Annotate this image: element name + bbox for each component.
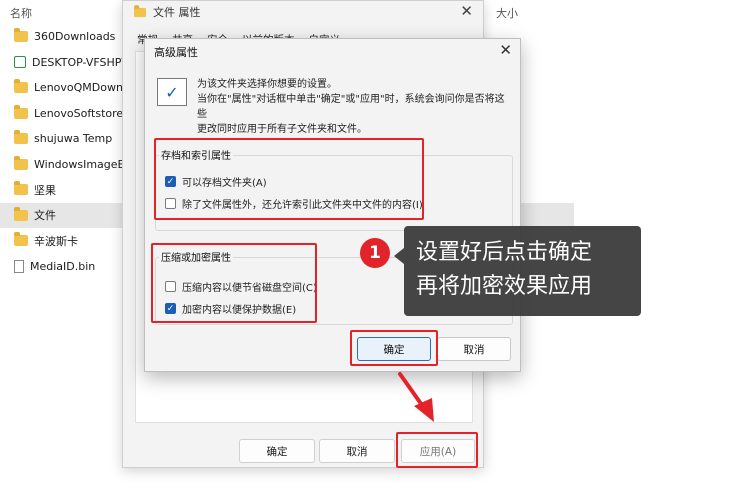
red-arrow-icon [398, 372, 434, 422]
